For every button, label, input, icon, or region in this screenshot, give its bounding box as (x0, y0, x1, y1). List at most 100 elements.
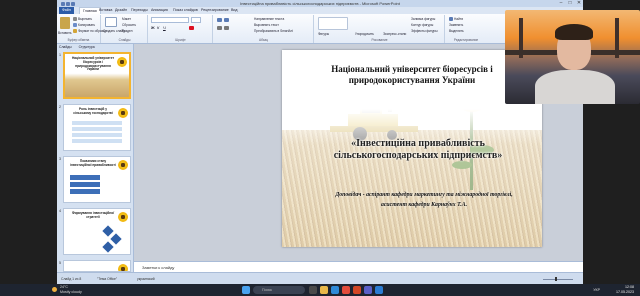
replace-button[interactable]: Заменить (449, 23, 463, 27)
slide-author[interactable]: Доповідач - аспірант кафедри маркетингу … (332, 190, 516, 210)
cut-button[interactable]: Вырезать (73, 17, 92, 22)
tab-view[interactable]: Вид (231, 7, 238, 14)
slide-thumbnail[interactable]: 4 Формування інвестиційної стратегії (57, 208, 134, 258)
sunflower-icon (118, 108, 128, 118)
tab-slides[interactable]: Слайды (59, 45, 72, 49)
tab-design[interactable]: Дизайн (115, 7, 127, 14)
minimize-button[interactable]: – (557, 0, 565, 7)
font-group-label: Шрифт (175, 38, 186, 42)
copy-icon (73, 23, 77, 28)
paragraph-group-label: Абзац (259, 38, 268, 42)
slide-number: 5 (59, 261, 61, 265)
shape-outline-button[interactable]: Контур фигуры (411, 23, 433, 27)
chrome-icon[interactable] (342, 286, 350, 294)
slide-thumbnail[interactable]: 1 Національний університет біоресурсів і… (57, 52, 134, 102)
editing-group-label: Редактирование (453, 38, 479, 42)
tab-file[interactable]: Файл (59, 7, 74, 14)
group-clipboard: Вставить Вырезать Копировать Формат по о… (57, 15, 107, 43)
date: 17.05.2023 (616, 290, 634, 294)
shapes-button[interactable]: Фигуры (318, 32, 329, 36)
numbering-icon[interactable] (224, 18, 229, 22)
shapes-gallery[interactable] (318, 17, 348, 30)
underline-button[interactable]: Ч (163, 25, 166, 30)
tab-insert[interactable]: Вставка (99, 7, 112, 14)
quick-styles-button[interactable]: Экспресс-стили (383, 32, 406, 36)
reset-button[interactable]: Сбросить (122, 23, 136, 27)
file-explorer-icon[interactable] (320, 286, 328, 294)
cut-icon (73, 17, 77, 22)
clipboard-group-label: Буфер обмена (67, 38, 90, 42)
edge-icon[interactable] (331, 286, 339, 294)
language-indicator: украинский (137, 277, 155, 281)
group-editing: Найти Заменить Выделить Редактирование (446, 15, 486, 43)
tab-outline[interactable]: Структура (79, 45, 95, 49)
slide-counter: Слайд 1 из 8 (61, 277, 82, 281)
paste-icon[interactable] (60, 17, 70, 29)
notes-pane[interactable]: Заметки к слайду (134, 261, 583, 272)
slide-title[interactable]: Національний університет біоресурсів і п… (300, 64, 524, 86)
teams-icon[interactable] (364, 286, 372, 294)
slide-number: 4 (59, 209, 61, 213)
current-slide[interactable]: Національний університет біоресурсів і п… (282, 50, 542, 247)
person-body (535, 70, 615, 104)
font-color-icon[interactable] (189, 26, 194, 30)
bold-button[interactable]: Ж (151, 25, 155, 30)
bullets-icon[interactable] (217, 18, 222, 22)
tab-review[interactable]: Рецензирование (201, 7, 229, 14)
clock[interactable]: 12:08 17.05.2023 (616, 285, 634, 295)
new-slide-icon[interactable] (105, 17, 117, 27)
thumbnail-table (72, 121, 122, 143)
hexagon-shape (102, 241, 114, 253)
paste-button[interactable]: Вставить (58, 31, 72, 35)
taskbar: 24°C Mostly cloudy Поиск УКР 12:08 17.05… (0, 284, 640, 296)
person-hair (555, 24, 593, 40)
tab-animations[interactable]: Анимация (151, 7, 168, 14)
zoom-knob[interactable] (555, 277, 558, 281)
text-direction-button[interactable]: Направление текста (254, 17, 284, 21)
slide-thumbnail[interactable]: 3 Показники стану інвестиційної привабли… (57, 156, 134, 206)
status-bar: Слайд 1 из 8 "Тема Office" украинский (57, 272, 583, 284)
word-icon[interactable] (375, 286, 383, 294)
weather-icon[interactable] (52, 287, 57, 292)
hexagon-shape (102, 225, 114, 237)
italic-button[interactable]: К (157, 25, 159, 30)
zoom-slider[interactable] (539, 277, 579, 281)
section-button[interactable]: Раздел (122, 29, 133, 33)
layout-button[interactable]: Макет (122, 17, 131, 21)
slides-group-label: Слайды (118, 38, 131, 42)
sunflower-icon (118, 160, 128, 170)
group-drawing: Фигуры Упорядочить Экспресс-стили Заливк… (315, 15, 445, 43)
shape-effects-button[interactable]: Эффекты фигуры (411, 29, 438, 33)
tab-home[interactable]: Главная (79, 7, 101, 14)
tab-slideshow[interactable]: Показ слайдов (173, 7, 198, 14)
drawing-group-label: Рисование (371, 38, 388, 42)
windows-icon[interactable] (242, 286, 250, 294)
align-left-icon[interactable] (217, 26, 222, 30)
copy-button[interactable]: Копировать (73, 23, 95, 28)
close-button[interactable]: ✕ (575, 0, 583, 7)
select-button[interactable]: Выделить (449, 29, 464, 33)
slide-thumbnail[interactable]: 2 Роль інвестицій у сільському господарс… (57, 104, 134, 154)
shape-fill-button[interactable]: Заливка фигуры (411, 17, 435, 21)
align-center-icon[interactable] (224, 26, 229, 30)
font-size-box[interactable] (191, 17, 201, 23)
task-view-icon[interactable] (309, 286, 317, 294)
pane-tabs: Слайды Структура (59, 45, 132, 51)
align-text-button[interactable]: Выровнять текст (254, 23, 279, 27)
powerpoint-icon[interactable] (353, 286, 361, 294)
search-input[interactable]: Поиск (253, 286, 305, 294)
font-name-box[interactable] (151, 17, 189, 23)
thumbnail-image: Формування інвестиційної стратегії (63, 208, 131, 255)
maximize-button[interactable]: □ (566, 0, 574, 7)
find-button[interactable]: Найти (449, 17, 463, 22)
language-indicator[interactable]: УКР (593, 284, 600, 296)
thumbnail-bar (70, 189, 100, 194)
tab-transitions[interactable]: Переходы (131, 7, 148, 14)
arrange-button[interactable]: Упорядочить (355, 32, 374, 36)
convert-smartart-button[interactable]: Преобразовать в SmartArt (254, 29, 293, 33)
slide-thumbnail[interactable]: 5 (57, 260, 134, 272)
weather-widget[interactable]: 24°C Mostly cloudy (60, 285, 82, 295)
group-font: Ж К Ч Шрифт (149, 15, 213, 43)
thumbnail-title: Роль інвестицій у сільському господарств… (73, 107, 113, 115)
slide-subtitle[interactable]: «Інвестиційна привабливість сільськогосп… (312, 138, 524, 162)
